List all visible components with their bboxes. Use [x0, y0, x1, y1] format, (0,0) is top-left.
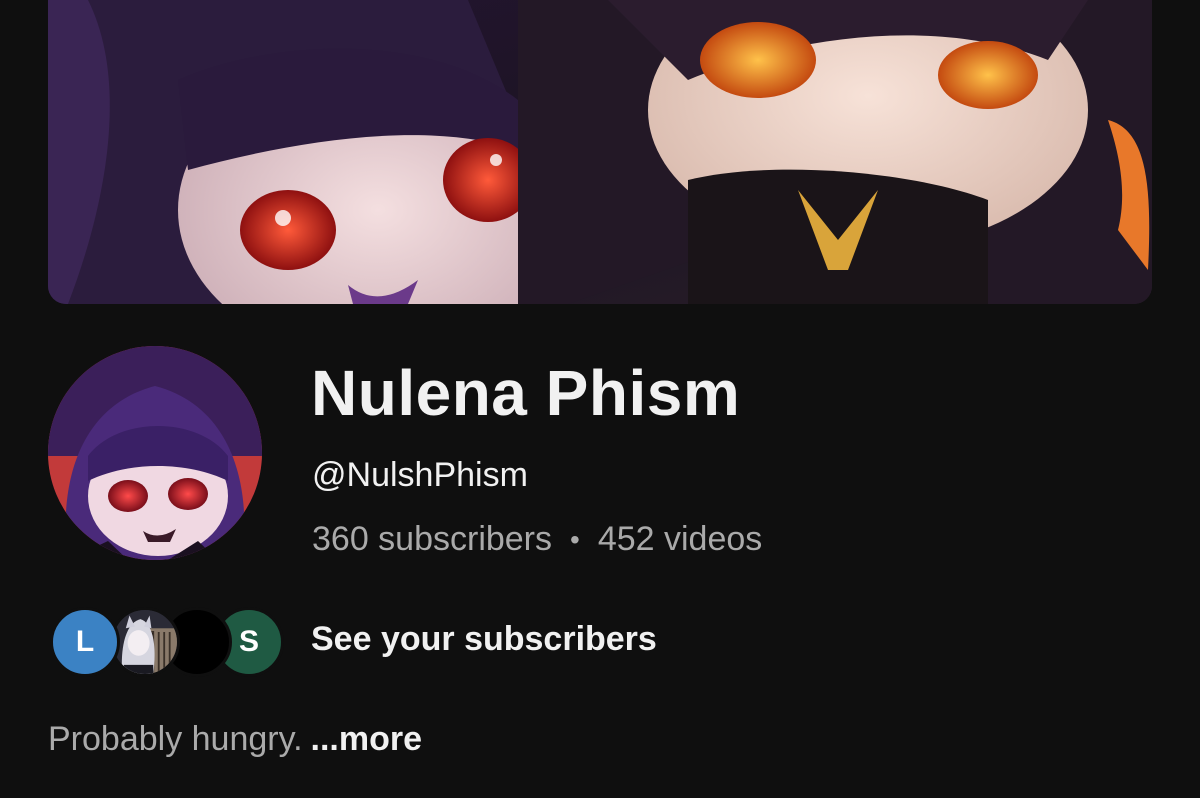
channel-name: Nulena Phism	[311, 357, 741, 429]
channel-banner	[48, 0, 1152, 304]
channel-description[interactable]: Probably hungry. ...more	[48, 720, 422, 759]
channel-page: Nulena Phism @NulshPhism 360 subscribers…	[0, 0, 1200, 798]
banner-artwork	[48, 0, 1152, 304]
channel-avatar[interactable]	[48, 346, 262, 560]
video-count: 452 videos	[597, 520, 763, 558]
more-link[interactable]: ...more	[311, 720, 422, 758]
see-subscribers-link[interactable]: See your subscribers	[311, 620, 657, 659]
channel-stats: 360 subscribers • 452 videos	[312, 520, 762, 559]
subscriber-avatar	[110, 607, 180, 677]
subscriber-avatar-image	[113, 610, 177, 674]
subscriber-avatar: L	[50, 607, 120, 677]
subscriber-initial: S	[238, 625, 259, 658]
description-text: Probably hungry.	[48, 720, 303, 758]
stats-separator: •	[570, 523, 580, 555]
channel-handle: @NulshPhism	[312, 456, 528, 494]
subscriber-count: 360 subscribers	[312, 520, 553, 558]
avatar-image	[48, 346, 262, 560]
subscriber-initial: L	[75, 625, 95, 658]
